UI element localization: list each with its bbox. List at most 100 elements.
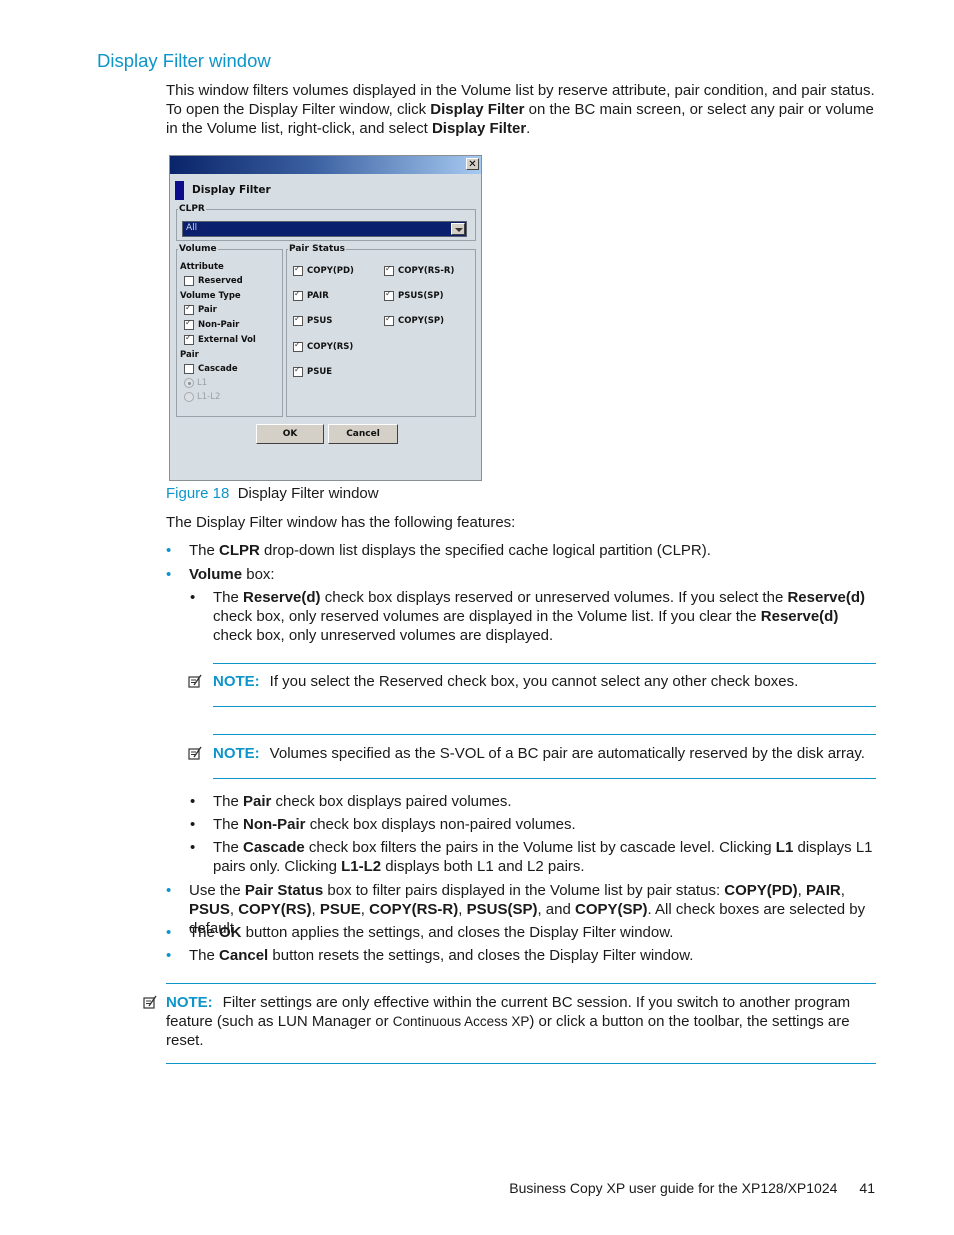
checkbox-box[interactable] bbox=[293, 264, 303, 276]
volume-type-label: Volume Type bbox=[180, 291, 241, 301]
checkbox-label: COPY(PD) bbox=[307, 266, 354, 276]
bullet-icon: • bbox=[166, 924, 172, 941]
checkbox-label: PSUE bbox=[307, 367, 333, 377]
radio-button[interactable] bbox=[184, 392, 194, 402]
bold-term: Non-Pair bbox=[243, 816, 306, 833]
copy-rs-checkbox[interactable]: COPY(RS) bbox=[293, 340, 354, 352]
bold-term: PSUS bbox=[189, 901, 230, 918]
cascade-checkbox[interactable]: Cascade bbox=[184, 364, 238, 374]
checkbox-label: Reserved bbox=[198, 276, 243, 286]
psus-checkbox[interactable]: PSUS bbox=[293, 314, 333, 326]
checkbox-box[interactable] bbox=[184, 318, 194, 330]
bullet-icon: • bbox=[190, 793, 196, 810]
checkbox-label: COPY(RS) bbox=[307, 342, 354, 352]
item-text: The OK button applies the settings, and … bbox=[189, 923, 879, 942]
checkbox-box[interactable] bbox=[293, 314, 303, 326]
text: drop-down list displays the specified ca… bbox=[259, 542, 711, 559]
clpr-selected-value: All bbox=[186, 223, 198, 233]
text: box to filter pairs displayed in the Vol… bbox=[323, 882, 725, 899]
bold-term: Volume bbox=[189, 566, 243, 583]
pair-status-pair-checkbox[interactable]: PAIR bbox=[293, 289, 329, 301]
bullet-icon: • bbox=[166, 882, 172, 899]
text: check box filters the pairs in the Volum… bbox=[304, 839, 776, 856]
note-label: NOTE: bbox=[213, 673, 260, 690]
checkbox-box[interactable] bbox=[384, 314, 394, 326]
text: The bbox=[213, 816, 244, 833]
attribute-label: Attribute bbox=[180, 262, 224, 272]
text: The bbox=[189, 947, 220, 964]
l1-radio[interactable]: L1 bbox=[184, 378, 207, 388]
text: The bbox=[213, 589, 244, 606]
radio-label: L1 bbox=[197, 378, 208, 388]
checkbox-box[interactable] bbox=[293, 340, 303, 352]
pair-checkbox[interactable]: Pair bbox=[184, 303, 217, 315]
external-vol-checkbox[interactable]: External Vol bbox=[184, 333, 256, 345]
text: check box displays reserved or unreserve… bbox=[320, 589, 788, 606]
l1-l2-radio[interactable]: L1-L2 bbox=[184, 392, 220, 402]
copy-pd-checkbox[interactable]: COPY(PD) bbox=[293, 264, 354, 276]
text: , bbox=[797, 882, 806, 899]
reserved-checkbox[interactable]: Reserved bbox=[184, 276, 243, 286]
bold-term: Pair Status bbox=[244, 882, 324, 899]
bold-term: Pair bbox=[243, 793, 272, 810]
checkbox-box[interactable] bbox=[293, 365, 303, 377]
checkbox-box[interactable] bbox=[184, 303, 194, 315]
bullet-icon: • bbox=[190, 816, 196, 833]
bold-term: COPY(RS) bbox=[238, 901, 312, 918]
item-text: The Non-Pair check box displays non-pair… bbox=[213, 815, 878, 834]
page-number: 41 bbox=[859, 1180, 875, 1196]
psue-checkbox[interactable]: PSUE bbox=[293, 365, 333, 377]
cancel-button[interactable]: Cancel bbox=[328, 424, 398, 444]
checkbox-label: Pair bbox=[198, 305, 217, 315]
checkbox-box[interactable] bbox=[184, 364, 194, 374]
bold-term: L1 bbox=[775, 839, 794, 856]
figure-number: Figure 18 bbox=[166, 485, 230, 502]
item-text: The Reserve(d) check box displays reserv… bbox=[213, 588, 878, 645]
chevron-down-icon[interactable] bbox=[451, 223, 465, 235]
text: check box displays non-paired volumes. bbox=[305, 816, 576, 833]
checkbox-label: PSUS bbox=[307, 316, 333, 326]
copy-sp-checkbox[interactable]: COPY(SP) bbox=[384, 314, 444, 326]
checkbox-box[interactable] bbox=[384, 289, 394, 301]
checkbox-box[interactable] bbox=[184, 276, 194, 286]
footer-title: Business Copy XP user guide for the XP12… bbox=[509, 1180, 838, 1196]
display-filter-window: ✕ Display Filter CLPR All Volume Attribu… bbox=[169, 155, 482, 481]
note-text: Volumes specified as the S-VOL of a BC p… bbox=[269, 745, 865, 762]
note-rule bbox=[213, 706, 876, 707]
close-icon[interactable]: ✕ bbox=[466, 158, 479, 170]
bullet-icon: • bbox=[166, 542, 172, 559]
text: The bbox=[213, 839, 244, 856]
checkbox-box[interactable] bbox=[184, 333, 194, 345]
text: check box, only unreserved volumes are d… bbox=[213, 627, 554, 644]
item-text: The Cascade check box filters the pairs … bbox=[213, 838, 878, 876]
clpr-dropdown[interactable]: All bbox=[182, 221, 467, 237]
text: , bbox=[311, 901, 320, 918]
title-bar: ✕ bbox=[170, 156, 481, 174]
clpr-group: CLPR All bbox=[176, 204, 476, 241]
bold-term: PAIR bbox=[805, 882, 841, 899]
checkbox-label: Cascade bbox=[198, 364, 238, 374]
radio-button[interactable] bbox=[184, 378, 194, 388]
figure-title: Display Filter window bbox=[237, 485, 379, 502]
bold-term: Display Filter bbox=[430, 101, 525, 118]
pair-status-group: Pair Status COPY(PD) COPY(RS-R) PAIR PSU… bbox=[286, 244, 476, 417]
bold-term: Cancel bbox=[219, 947, 269, 964]
text: The bbox=[189, 924, 220, 941]
non-pair-checkbox[interactable]: Non-Pair bbox=[184, 318, 239, 330]
note-icon bbox=[143, 995, 157, 1009]
note-icon bbox=[188, 746, 202, 760]
checkbox-box[interactable] bbox=[384, 264, 394, 276]
figure-caption: Figure 18 Display Filter window bbox=[166, 485, 379, 502]
bullet-icon: • bbox=[190, 589, 196, 606]
psus-sp-checkbox[interactable]: PSUS(SP) bbox=[384, 289, 444, 301]
copy-rs-r-checkbox[interactable]: COPY(RS-R) bbox=[384, 264, 454, 276]
text: Use the bbox=[189, 882, 245, 899]
bullet-icon: • bbox=[166, 947, 172, 964]
note-label: NOTE: bbox=[166, 994, 213, 1011]
volume-legend: Volume bbox=[179, 244, 217, 254]
ok-button[interactable]: OK bbox=[256, 424, 324, 444]
checkbox-box[interactable] bbox=[293, 289, 303, 301]
text: The bbox=[213, 793, 244, 810]
checkbox-label: PAIR bbox=[307, 291, 329, 301]
radio-label: L1-L2 bbox=[197, 392, 221, 402]
